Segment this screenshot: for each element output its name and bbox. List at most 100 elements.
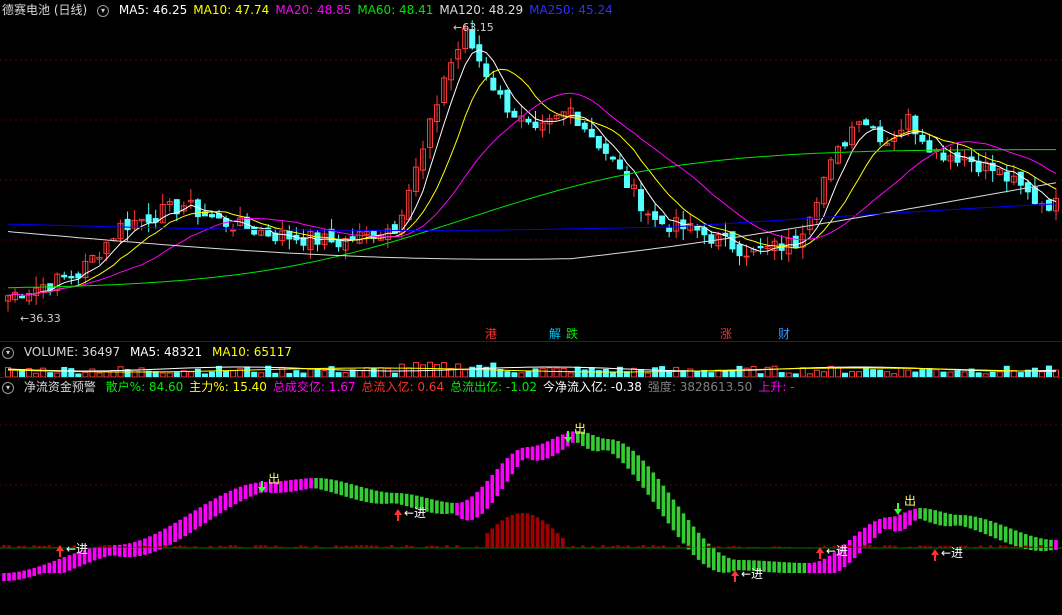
flow-bar <box>17 571 21 580</box>
inflow-bar <box>782 547 786 548</box>
candle-body <box>863 119 870 126</box>
flow-bar <box>918 508 922 519</box>
candles <box>5 20 1059 312</box>
inflow-bar <box>973 546 978 548</box>
flow-bar <box>716 552 721 573</box>
flow-bar <box>847 540 852 563</box>
flow-bar <box>732 559 736 572</box>
inflow-bar <box>163 545 167 548</box>
volume-bar <box>412 362 419 378</box>
inflow-bar <box>862 545 867 548</box>
flow-bar <box>883 517 887 530</box>
flow-bar <box>460 502 464 520</box>
inflow-bar <box>732 546 736 548</box>
inflow-bar <box>32 545 37 548</box>
volume-bar <box>560 367 567 378</box>
flow-bar <box>399 493 404 505</box>
inflow-bar <box>706 545 711 548</box>
volume-bar <box>427 361 434 378</box>
inflow-bar <box>208 545 213 548</box>
flow-bar <box>123 544 127 558</box>
flow-bar <box>223 493 228 511</box>
inflow-bar <box>52 546 57 548</box>
fund-flow-indicator-chart[interactable]: ←进 出 ←进 出 ←进 ←进 出 ←进 <box>0 395 1062 615</box>
chevron-down-icon[interactable]: ▾ <box>2 346 14 359</box>
volume-bar <box>736 365 743 378</box>
flow-bar <box>943 512 948 527</box>
volume-value: VOLUME: 36497 <box>23 345 121 359</box>
indicator-field: 强度: 3828613.50 <box>647 380 753 394</box>
volume-bar <box>687 368 694 378</box>
inflow-bar <box>379 547 384 548</box>
volume-bar <box>40 367 47 378</box>
inflow-bar <box>812 547 817 548</box>
flow-bar <box>772 561 776 573</box>
flow-bar <box>606 439 610 451</box>
volume-bar <box>532 368 539 378</box>
flow-bar <box>284 480 288 493</box>
inflow-bar <box>570 545 575 548</box>
flow-bar <box>133 541 137 557</box>
inflow-bar <box>847 545 852 548</box>
volume-bar <box>813 369 820 378</box>
volume-chart[interactable] <box>0 360 1062 378</box>
flow-bar <box>1003 526 1008 543</box>
flow-bar <box>651 472 656 502</box>
inflow-bar <box>475 546 479 548</box>
flow-bar <box>62 557 67 573</box>
up-arrow-icon <box>931 549 939 561</box>
indicator-field: 主力%: 15.40 <box>189 380 267 394</box>
flow-bar <box>782 562 786 573</box>
volume-bar <box>771 365 778 378</box>
flow-bar <box>963 515 968 527</box>
inflow-bar <box>334 545 339 548</box>
volume-bar <box>870 369 877 378</box>
volume-bar <box>1003 365 1010 378</box>
inflow-bar <box>701 547 706 548</box>
candle-body <box>391 224 398 234</box>
flow-bar <box>671 499 676 531</box>
inflow-bar <box>1044 547 1048 548</box>
flow-bar <box>1008 528 1013 545</box>
signal-label: 出 <box>268 472 280 486</box>
volume-bar <box>926 368 933 378</box>
inflow-bar <box>314 545 318 548</box>
inflow-bar <box>304 546 308 548</box>
inflow-bar <box>621 546 625 548</box>
flow-bar <box>978 517 983 533</box>
volume-bar <box>905 369 912 378</box>
inflow-bar <box>7 545 11 548</box>
divider <box>0 377 1062 378</box>
inflow-bar <box>1049 546 1053 548</box>
chevron-down-icon[interactable]: ▾ <box>2 381 14 394</box>
flow-bar <box>691 526 696 555</box>
flow-bar <box>394 493 399 504</box>
volume-bar <box>131 369 138 378</box>
inflow-bar <box>923 545 927 548</box>
inflow-bar <box>349 546 354 548</box>
inflow-bar <box>988 545 993 548</box>
inflow-bar <box>888 545 892 548</box>
chart-window: 德赛电池 (日线) ▾ MA5: 46.25 MA10: 47.74 MA20: 4… <box>0 0 1062 615</box>
flow-bar <box>359 486 364 501</box>
flow-bar <box>117 544 122 557</box>
inflow-bar <box>193 546 198 548</box>
candle-body <box>645 213 652 216</box>
candle-body <box>532 121 539 129</box>
candle-body <box>208 214 215 218</box>
flow-bar <box>92 547 97 561</box>
flow-bar <box>495 469 500 497</box>
flow-bar <box>203 504 208 524</box>
flow-bar <box>97 546 102 559</box>
inflow-bar <box>872 546 877 548</box>
inflow-bar <box>596 547 600 548</box>
volume-header: ▾ VOLUME: 36497 MA5: 48321 MA10: 65117 <box>2 344 298 360</box>
candlestick-chart[interactable]: ←63.15 ←36.33 港 解跌 涨 财 <box>0 0 1062 340</box>
flow-bar <box>384 492 389 504</box>
flow-bar <box>1054 540 1058 550</box>
flow-bar <box>792 562 797 573</box>
flow-bar <box>958 515 963 526</box>
flow-bar <box>188 513 193 533</box>
candle-body <box>954 152 961 163</box>
volume-bar <box>89 368 96 378</box>
